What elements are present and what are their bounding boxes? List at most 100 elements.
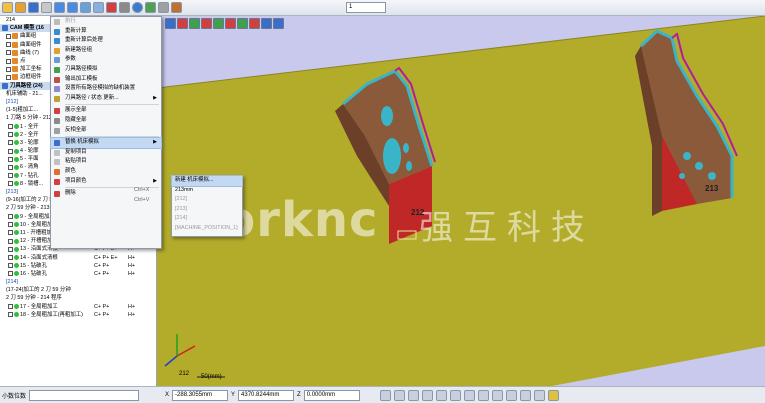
snap-end-icon[interactable] xyxy=(393,389,405,401)
submenu-item[interactable]: [214] xyxy=(172,214,242,224)
tree-checkbox[interactable] xyxy=(6,50,11,56)
menu-item[interactable]: 反相全部 xyxy=(51,126,161,136)
menu-item[interactable]: 粘贴项目 xyxy=(51,157,161,167)
cube-icon[interactable] xyxy=(145,2,156,13)
tree-checkbox[interactable] xyxy=(6,42,11,48)
tree-checkbox[interactable] xyxy=(8,132,13,138)
menu-item[interactable]: 设置所有路径模拟的缺机装置 xyxy=(51,84,161,94)
tree-checkbox[interactable] xyxy=(8,263,13,269)
tree-checkbox[interactable] xyxy=(8,238,13,244)
tree-checkbox[interactable] xyxy=(8,255,13,261)
snap-icon[interactable] xyxy=(379,389,391,401)
menu-item[interactable]: 隐藏全部 xyxy=(51,116,161,126)
status-dot-icon xyxy=(14,263,19,269)
snap-mid-icon[interactable] xyxy=(407,389,419,401)
tree-row[interactable]: 16 - 钻破孔 C+ P+ H+ xyxy=(0,270,156,278)
tree-checkbox[interactable] xyxy=(8,124,13,130)
tree-row[interactable]: 18 - 全局粗加工(再粗加工) C+ P+ H+ xyxy=(0,311,156,319)
view-left-icon[interactable] xyxy=(225,18,236,29)
precision-combo[interactable] xyxy=(29,389,140,401)
submenu-item[interactable]: [212] xyxy=(172,195,242,205)
tree-checkbox[interactable] xyxy=(6,66,11,72)
tree-checkbox[interactable] xyxy=(8,271,13,277)
tree-checkbox[interactable] xyxy=(8,246,13,252)
polar-icon[interactable] xyxy=(505,389,517,401)
menu-item[interactable]: 参数 xyxy=(51,55,161,65)
tree-checkbox[interactable] xyxy=(8,214,13,220)
layout-icon[interactable] xyxy=(93,2,104,13)
tree-checkbox[interactable] xyxy=(6,74,11,80)
print-icon[interactable] xyxy=(41,2,52,13)
menu-item-label: 执行 xyxy=(65,18,76,24)
tree-row[interactable]: (17-24)加工的 2 刀 59 分钟 xyxy=(0,286,156,294)
layers-icon[interactable] xyxy=(171,2,182,13)
tree-row[interactable]: [214] xyxy=(0,278,156,286)
tree-checkbox[interactable] xyxy=(8,156,13,162)
view-bottom-icon[interactable] xyxy=(249,18,260,29)
sphere-icon[interactable] xyxy=(132,2,143,13)
tree-row[interactable]: 2 刀 59 分钟 - 214 程序 xyxy=(0,294,156,302)
tool-icon[interactable] xyxy=(119,2,130,13)
grid-icon[interactable] xyxy=(80,2,91,13)
tree-row[interactable]: 14 - 沿面式清根 C+ P+ E+ H+ xyxy=(0,253,156,261)
view-back-icon[interactable] xyxy=(261,18,272,29)
plane-icon[interactable] xyxy=(519,389,531,401)
undo-icon[interactable] xyxy=(54,2,65,13)
machine-icon[interactable] xyxy=(106,2,117,13)
view-cube-red-icon[interactable] xyxy=(177,18,188,29)
menu-item[interactable]: 重新计算后处理 xyxy=(51,36,161,46)
z-coord-field[interactable]: 0.0000mm xyxy=(303,389,360,401)
menu-item[interactable]: 刀具路径模拟 xyxy=(51,65,161,75)
snap-curve-icon[interactable] xyxy=(449,389,461,401)
tree-checkbox[interactable] xyxy=(8,222,13,228)
menu-item[interactable]: 颜色 xyxy=(51,167,161,177)
submenu-item[interactable]: 213mm xyxy=(172,186,242,196)
view-combo[interactable]: 1 xyxy=(346,2,386,13)
save-icon[interactable] xyxy=(28,2,39,13)
tree-checkbox[interactable] xyxy=(6,58,11,64)
x-coord-field[interactable]: -288.3055mm xyxy=(172,389,229,401)
tree-checkbox[interactable] xyxy=(8,312,13,318)
measure-icon[interactable] xyxy=(477,389,489,401)
menu-item[interactable]: 替换 机床模拟 ▶ xyxy=(50,137,162,149)
tree-row[interactable]: 15 - 钻破孔 C+ P+ H+ xyxy=(0,262,156,270)
snap-grid-icon[interactable] xyxy=(435,389,447,401)
menu-item[interactable]: 执行 xyxy=(51,17,161,27)
view-front-icon[interactable] xyxy=(165,18,176,29)
submenu-item[interactable]: 新建 机床模拟... xyxy=(171,175,243,187)
submenu-item[interactable]: [MACHINE_POSITION_1] xyxy=(172,224,242,234)
menu-item[interactable]: 展示全部 xyxy=(51,106,161,116)
open-icon[interactable] xyxy=(15,2,26,13)
snap-face-icon[interactable] xyxy=(463,389,475,401)
snap-center-icon[interactable] xyxy=(421,389,433,401)
redo-icon[interactable] xyxy=(67,2,78,13)
y-coord-field[interactable]: 4370.8244mm xyxy=(238,389,295,401)
ortho-icon[interactable] xyxy=(491,389,503,401)
tree-checkbox[interactable] xyxy=(8,230,13,236)
view-top-icon[interactable] xyxy=(201,18,212,29)
menu-item[interactable]: 输出加工模板 xyxy=(51,75,161,85)
settings-icon[interactable] xyxy=(158,2,169,13)
highlight-icon[interactable] xyxy=(547,389,559,401)
tree-checkbox[interactable] xyxy=(8,164,13,170)
menu-item[interactable]: 重新计算 xyxy=(51,27,161,37)
menu-item[interactable]: 刀具路径 / 状态 更新... ▶ xyxy=(51,94,161,104)
new-icon[interactable] xyxy=(2,2,13,13)
submenu-item[interactable]: [213] xyxy=(172,205,242,215)
view-cube-green-icon[interactable] xyxy=(189,18,200,29)
view-right-icon[interactable] xyxy=(213,18,224,29)
3d-viewport[interactable]: vorknc 强互科技 212 213 212 50(mm) xyxy=(157,16,765,386)
tree-row-status: H+ xyxy=(128,254,136,261)
menu-item[interactable]: 复制项目 xyxy=(51,148,161,158)
tree-checkbox[interactable] xyxy=(8,173,13,179)
tree-row[interactable]: 17 - 全局粗加工 C+ P+ H+ xyxy=(0,303,156,311)
tree-checkbox[interactable] xyxy=(8,304,13,310)
layer-icon[interactable] xyxy=(533,389,545,401)
tree-checkbox[interactable] xyxy=(8,148,13,154)
menu-item[interactable]: 新建路径组 xyxy=(51,46,161,56)
tree-checkbox[interactable] xyxy=(6,33,11,39)
view-iso-icon[interactable] xyxy=(237,18,248,29)
view-fit-icon[interactable] xyxy=(273,18,284,29)
tree-checkbox[interactable] xyxy=(8,140,13,146)
tree-checkbox[interactable] xyxy=(8,181,13,187)
